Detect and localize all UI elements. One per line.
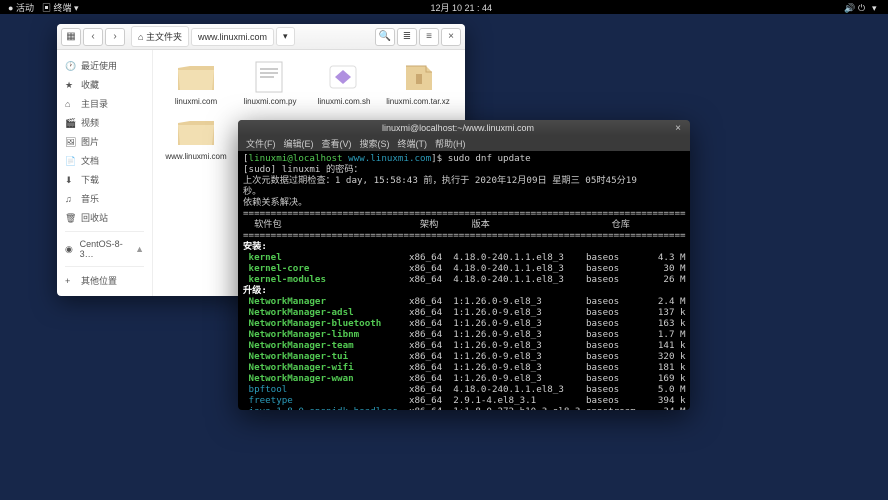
breadcrumb-home[interactable]: ⌂ 主文件夹 <box>131 26 189 47</box>
sidebar-other-locations[interactable]: + 其他位置 <box>57 271 152 290</box>
file-name: www.linuxmi.com <box>165 153 226 162</box>
sidebar-item[interactable]: 🕐 最近使用 <box>57 56 152 75</box>
plus-icon: + <box>65 276 75 286</box>
sidebar-item[interactable]: ♫ 音乐 <box>57 189 152 208</box>
search-button[interactable]: 🔍 <box>375 28 395 46</box>
sidebar-icon: 🎬 <box>65 118 75 128</box>
view-list-button[interactable]: ≣ <box>397 28 417 46</box>
sidebar-item[interactable]: ⌂ 主目录 <box>57 94 152 113</box>
sidebar-item[interactable]: 🖼 图片 <box>57 132 152 151</box>
gnome-topbar: ● 活动 ▣ 终端 ▾ 12月 10 21 : 44 🔊 ⏻ ▾ <box>0 0 888 14</box>
breadcrumb-folder[interactable]: www.linuxmi.com <box>191 28 274 46</box>
sidebar-icon: ★ <box>65 80 75 90</box>
sidebar-label: 音乐 <box>81 192 99 205</box>
breadcrumb-menu[interactable]: ▾ <box>276 27 295 46</box>
window-close-button[interactable]: × <box>441 28 461 46</box>
file-item[interactable]: linuxmi.com.sh <box>311 60 377 107</box>
sidebar-item[interactable]: ⬇ 下载 <box>57 170 152 189</box>
terminal-menu-item[interactable]: 终端(T) <box>398 137 428 150</box>
file-item[interactable]: linuxmi.com <box>163 60 229 107</box>
sidebar-label: 文档 <box>81 154 99 167</box>
terminal-menubar: 文件(F) 编辑(E) 查看(V) 搜索(S) 终端(T) 帮助(H) <box>238 136 690 151</box>
app-menu[interactable]: ▣ 终端 ▾ <box>42 1 79 14</box>
sidebar-label: 主目录 <box>81 97 108 110</box>
eject-icon[interactable]: ▲ <box>135 244 144 254</box>
power-icon[interactable]: ⏻ <box>858 3 866 11</box>
file-name: linuxmi.com <box>175 98 217 107</box>
sidebar-device[interactable]: ◉ CentOS-8-3… ▲ <box>57 236 152 262</box>
terminal-menu-item[interactable]: 文件(F) <box>246 137 276 150</box>
doc-icon <box>250 60 290 94</box>
system-menu-icon[interactable]: ▾ <box>872 3 880 11</box>
sidebar-icon: 🗑 <box>65 213 75 223</box>
terminal-menu-item[interactable]: 帮助(H) <box>435 137 466 150</box>
activities-button[interactable]: ● 活动 <box>8 1 34 14</box>
sidebar-label: 下载 <box>81 173 99 186</box>
file-name: linuxmi.com.tar.xz <box>386 98 450 107</box>
disc-icon: ◉ <box>65 244 74 254</box>
folder-icon <box>176 115 216 149</box>
sidebar-label: 收藏 <box>81 78 99 91</box>
new-tab-button[interactable]: ▦ <box>61 28 81 46</box>
sidebar-icon: ⌂ <box>65 99 75 109</box>
app-icon <box>324 60 364 94</box>
volume-icon[interactable]: 🔊 <box>844 3 852 11</box>
sidebar-item[interactable]: 🗑 回收站 <box>57 208 152 227</box>
sidebar-label: 图片 <box>81 135 99 148</box>
sidebar-label: 视频 <box>81 116 99 129</box>
sidebar-label: 回收站 <box>81 211 108 224</box>
sidebar-label: 最近使用 <box>81 59 117 72</box>
folder-icon <box>176 60 216 94</box>
file-name: linuxmi.com.sh <box>318 98 371 107</box>
back-button[interactable]: ‹ <box>83 28 103 46</box>
file-item[interactable]: www.linuxmi.com <box>163 115 229 162</box>
sidebar-icon: ⬇ <box>65 175 75 185</box>
sidebar-item[interactable]: ★ 收藏 <box>57 75 152 94</box>
sidebar-item[interactable]: 📄 文档 <box>57 151 152 170</box>
terminal-menu-item[interactable]: 搜索(S) <box>360 137 390 150</box>
sidebar-item[interactable]: 🎬 视频 <box>57 113 152 132</box>
path-bar: ⌂ 主文件夹 www.linuxmi.com ▾ <box>131 26 369 47</box>
sidebar-icon: 🖼 <box>65 137 75 147</box>
terminal-title: linuxmi@localhost:~/www.linuxmi.com <box>244 123 672 133</box>
terminal-titlebar: linuxmi@localhost:~/www.linuxmi.com × <box>238 120 690 136</box>
file-item[interactable]: linuxmi.com.tar.xz <box>385 60 451 107</box>
file-manager-sidebar: 🕐 最近使用 ★ 收藏 ⌂ 主目录 🎬 视频 🖼 图片 📄 文档 ⬇ 下载 ♫ 音乐 🗑 回收站 ◉ CentOS-8… <box>57 50 153 296</box>
sidebar-icon: 🕐 <box>65 61 75 71</box>
sidebar-label: 其他位置 <box>81 274 117 287</box>
hamburger-button[interactable]: ≡ <box>419 28 439 46</box>
archive-icon <box>398 60 438 94</box>
terminal-menu-item[interactable]: 查看(V) <box>322 137 352 150</box>
terminal-content[interactable]: [linuxmi@localhost www.linuxmi.com]$ sud… <box>238 151 690 410</box>
file-name: linuxmi.com.py <box>244 98 297 107</box>
sidebar-icon: 📄 <box>65 156 75 166</box>
terminal-menu-item[interactable]: 编辑(E) <box>284 137 314 150</box>
file-manager-toolbar: ▦ ‹ › ⌂ 主文件夹 www.linuxmi.com ▾ 🔍 ≣ ≡ × <box>57 24 465 50</box>
clock[interactable]: 12月 10 21 : 44 <box>79 1 845 14</box>
file-item[interactable]: linuxmi.com.py <box>237 60 303 107</box>
terminal-window: linuxmi@localhost:~/www.linuxmi.com × 文件… <box>238 120 690 410</box>
sidebar-icon: ♫ <box>65 194 75 204</box>
terminal-close-button[interactable]: × <box>672 122 684 134</box>
sidebar-label: CentOS-8-3… <box>80 239 129 259</box>
forward-button[interactable]: › <box>105 28 125 46</box>
